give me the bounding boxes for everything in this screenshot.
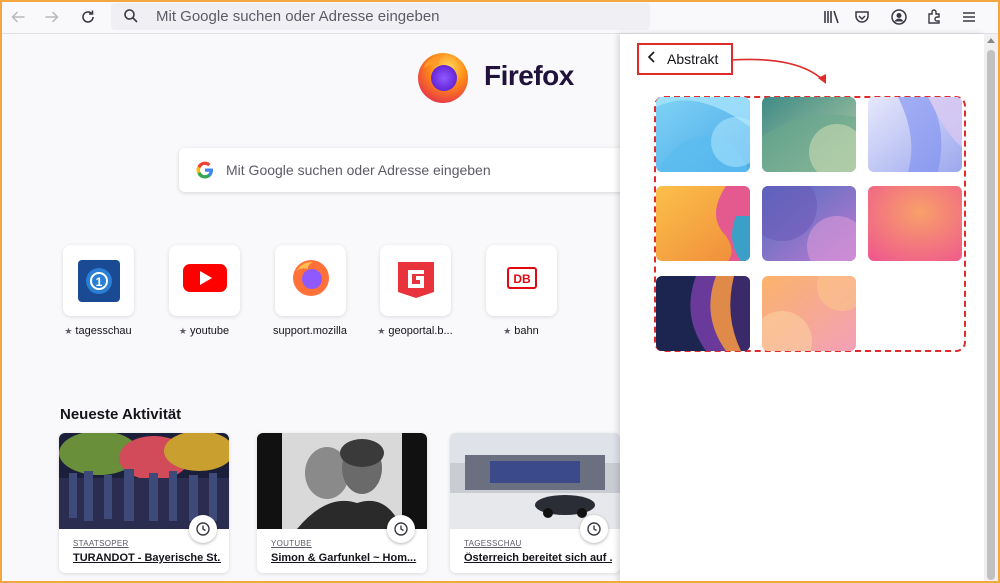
shortcut-label: tagesschau bbox=[75, 325, 132, 337]
shortcut-geoportal[interactable]: ★ geoportal.b... bbox=[377, 245, 453, 337]
pin-icon: ★ bbox=[503, 325, 512, 336]
back-button[interactable]: Abstrakt bbox=[637, 43, 733, 75]
wallpaper-orange-pink[interactable] bbox=[656, 186, 750, 261]
recent-card[interactable]: YOUTUBE Simon & Garfunkel ~ Hom... bbox=[257, 433, 427, 573]
shortcut-label: support.mozilla bbox=[273, 325, 347, 337]
db-icon: DB bbox=[506, 267, 537, 294]
card-title[interactable]: TURANDOT - Bayerische St... bbox=[73, 552, 221, 564]
youtube-icon bbox=[182, 262, 227, 299]
pin-icon: ★ bbox=[178, 325, 187, 336]
svg-text:1: 1 bbox=[95, 275, 102, 289]
wallpaper-purple-blue[interactable] bbox=[762, 186, 856, 261]
browser-toolbar: Mit Google suchen oder Adresse eingeben bbox=[0, 0, 1000, 34]
chevron-left-icon bbox=[647, 50, 657, 68]
shortcut-label: bahn bbox=[514, 325, 539, 337]
newtab-search-input[interactable]: Mit Google suchen oder Adresse eingeben bbox=[179, 148, 639, 192]
pocket-icon[interactable] bbox=[850, 5, 874, 29]
wallpaper-dark-navy[interactable] bbox=[656, 276, 750, 351]
shortcut-tagesschau[interactable]: 1 ★ tagesschau bbox=[63, 245, 134, 337]
wallpaper-peach[interactable] bbox=[762, 276, 856, 351]
recent-card[interactable]: STAATSOPER TURANDOT - Bayerische St... bbox=[59, 433, 229, 573]
shortcut-support-mozilla[interactable]: support.mozilla bbox=[273, 245, 347, 337]
clock-icon bbox=[580, 515, 608, 543]
library-icon[interactable] bbox=[820, 5, 844, 29]
shortcut-label: youtube bbox=[189, 325, 230, 337]
scrollbar-thumb[interactable] bbox=[987, 50, 995, 580]
card-title[interactable]: Österreich bereitet sich auf ... bbox=[464, 552, 612, 564]
search-icon bbox=[123, 8, 139, 29]
shortcut-bahn[interactable]: DB ★ bahn bbox=[486, 245, 557, 337]
pin-icon: ★ bbox=[64, 325, 73, 336]
svg-text:DB: DB bbox=[513, 272, 531, 286]
card-source: TAGESSCHAU bbox=[464, 539, 522, 548]
firefox-logo bbox=[415, 49, 470, 104]
google-icon bbox=[196, 161, 214, 184]
back-arrow-icon[interactable] bbox=[6, 5, 30, 29]
firefox-wordmark: Firefox bbox=[484, 60, 574, 91]
url-placeholder: Mit Google suchen oder Adresse eingeben bbox=[156, 8, 440, 25]
clock-icon bbox=[189, 515, 217, 543]
tagesschau-icon: 1 bbox=[77, 259, 120, 302]
shortcut-label: geoportal.b... bbox=[388, 325, 453, 337]
wallpaper-lavender[interactable] bbox=[868, 97, 962, 172]
account-icon[interactable] bbox=[887, 5, 911, 29]
scroll-up-icon[interactable] bbox=[987, 38, 995, 43]
pin-icon: ★ bbox=[377, 325, 386, 336]
wallpaper-coral-pink[interactable] bbox=[868, 186, 962, 261]
forward-arrow-icon[interactable] bbox=[40, 5, 64, 29]
search-placeholder: Mit Google suchen oder Adresse eingeben bbox=[226, 162, 491, 178]
menu-icon[interactable] bbox=[957, 5, 981, 29]
recent-card[interactable]: TAGESSCHAU Österreich bereitet sich auf … bbox=[450, 433, 620, 573]
annotation-arrow-icon bbox=[731, 58, 826, 84]
extensions-icon[interactable] bbox=[922, 5, 946, 29]
back-button-label: Abstrakt bbox=[667, 51, 719, 67]
card-source: STAATSOPER bbox=[73, 539, 129, 548]
geoportal-icon bbox=[394, 256, 438, 305]
card-source: YOUTUBE bbox=[271, 539, 312, 548]
url-bar[interactable]: Mit Google suchen oder Adresse eingeben bbox=[111, 3, 650, 30]
reload-icon[interactable] bbox=[76, 5, 100, 29]
card-title[interactable]: Simon & Garfunkel ~ Hom... bbox=[271, 552, 419, 564]
panel-scrollbar[interactable] bbox=[984, 34, 998, 583]
wallpaper-teal-green[interactable] bbox=[762, 97, 856, 172]
recent-activity-title: Neueste Aktivität bbox=[60, 406, 182, 423]
clock-icon bbox=[387, 515, 415, 543]
firefox-icon bbox=[291, 258, 331, 303]
shortcut-youtube[interactable]: ★ youtube bbox=[169, 245, 240, 337]
wallpaper-blue-waves[interactable] bbox=[656, 97, 750, 172]
